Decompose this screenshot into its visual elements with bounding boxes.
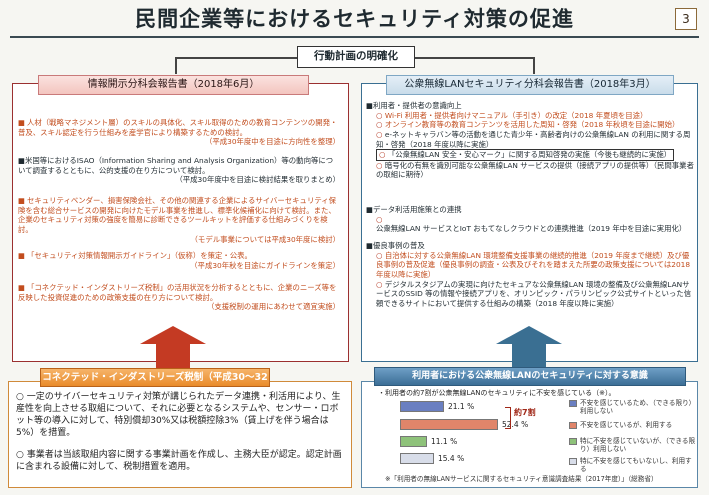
- left-item-3-tag: （モデル事業については平成30年度に検討）: [190, 234, 340, 244]
- left-item-2-tag: （平成30年度中を目途に検討結果を取りまとめ）: [175, 175, 340, 185]
- wlan-sec2-title: データ利活用施策との連携: [372, 205, 462, 214]
- square-bullet-icon: ■: [18, 156, 25, 165]
- square-bullet-icon: ■: [18, 283, 25, 292]
- left-item-1-text: 人材（戦略マネジメント層）のスキルの具体化、スキル取得のための教育コンテンツの開…: [18, 118, 338, 137]
- wlan-sec2-a: 公衆無線LAN サービスとIoT おもてなしクラウドとの連携推進（2019 年中…: [376, 224, 687, 234]
- legend-label-4: 特に不安を感じてもいないし、利用する: [580, 457, 692, 474]
- wlan-sec1-a: Wi-Fi 利用者・提供者向けマニュアル（手引き）の改定（2018 年夏頃を目途…: [384, 110, 648, 120]
- survey-source: ※「利用者の無線LANサービスに関するセキュリティ意識調査結果（2017年度）」…: [385, 475, 658, 483]
- square-bullet-icon: ■: [366, 101, 373, 110]
- left-item-2-text: 米国等におけるISAO（Information Sharing and Anal…: [18, 156, 334, 175]
- legend-label-1: 不安を感じているため、（できる限り）利用しない: [580, 399, 696, 416]
- wlan-sec1-title: 利用者・提供者の意識向上: [372, 101, 462, 110]
- connector-right: [533, 57, 535, 74]
- square-bullet-icon: ■: [366, 205, 373, 214]
- legend-swatch-2: [569, 422, 577, 429]
- info-disclosure-heading: 情報開示分科会報告書（2018年6月）: [38, 75, 309, 95]
- square-bullet-icon: ■: [366, 241, 373, 250]
- tax-heading: コネクテッド・インダストリーズ税制（平成30～32年度）: [40, 368, 270, 400]
- wlan-sec1-d: 「公衆無線LAN 安全・安心マーク」に関する周知啓発の実施（今後も継続的に実施）: [387, 150, 672, 160]
- wlan-sec1-e: 暗号化の有無を識別可能な公衆無線LAN サービスの提供（接続アプリの提供等）（民…: [376, 160, 694, 180]
- wlan-sec3-title: 優良事例の普及: [372, 241, 425, 250]
- legend-label-3: 特に不安を感じていないが、（できる限り）利用しない: [580, 437, 696, 454]
- wlan-sec1-b: オンライン教育等の教育コンテンツを活用した周知・啓発（2018 年秋頃を目途に開…: [384, 120, 680, 130]
- page-number: 3: [675, 8, 697, 30]
- legend-swatch-3: [569, 438, 577, 445]
- bar-3: [400, 436, 427, 447]
- circle-bullet-icon: ○: [16, 450, 27, 460]
- circle-bullet-icon: ○: [16, 392, 27, 402]
- legend-label-2: 不安を感じているが、利用する: [580, 421, 673, 429]
- public-wlan-heading: 公衆無線LANセキュリティ分科会報告書（2018年3月）: [386, 75, 674, 95]
- left-item-3: ■ セキュリティベンダー、損害保険会社、その他の関連する企業によるサイバーセキュリ…: [18, 196, 340, 244]
- circle-bullet-icon: ○: [376, 279, 385, 289]
- majority-brace: [505, 407, 511, 429]
- wlan-sec3-a: 自治体に対する公衆無線LAN 環境整備支援事業の継続的推進（2019 年度まで継…: [376, 250, 691, 279]
- title-rule: [10, 36, 699, 38]
- circle-bullet-icon: ○: [379, 150, 388, 160]
- majority-label: 約7割: [514, 408, 536, 417]
- tax-para2-text: 事業者は当該取組内容に関する事業計画を作成し、主務大臣が認定。認定計画に含まれる…: [16, 450, 342, 473]
- bar-4: [400, 453, 434, 464]
- wlan-section-best-practice: ■優良事例の普及 ○ 自治体に対する公衆無線LAN 環境整備支援事業の継続的推進…: [366, 241, 694, 308]
- bar-1: [400, 401, 444, 412]
- circle-bullet-icon: ○: [376, 110, 385, 120]
- tax-para1-text: 一定のサイバーセキュリティ対策が講じられたデータ連携・利活用により、生産性を向上…: [16, 392, 341, 439]
- legend-swatch-4: [569, 458, 577, 465]
- left-item-4-text: 「セキュリティ対策情報開示ガイドライン」（仮称）を策定・公表。: [26, 251, 252, 260]
- bar-value-label-3: 11.1 %: [431, 437, 458, 446]
- wlan-sec1-c: e-ネットキャラバン等の活動を通じた青少年・高齢者向けの公衆無線LAN の利用に…: [376, 129, 691, 149]
- circle-bullet-icon: ○: [376, 214, 383, 224]
- square-bullet-icon: ■: [18, 196, 25, 205]
- wlan-section-awareness: ■利用者・提供者の意識向上 ○ Wi-Fi 利用者・提供者向けマニュアル（手引き…: [366, 101, 694, 180]
- left-item-1: ■ 人材（戦略マネジメント層）のスキルの具体化、スキル取得のための教育コンテンツの…: [18, 118, 340, 147]
- circle-bullet-icon: ○: [376, 160, 385, 170]
- bar-value-label-4: 15.4 %: [438, 454, 465, 463]
- bar-value-label-1: 21.1 %: [448, 402, 475, 411]
- survey-note: ・利用者の約7割が公衆無線LANのセキュリティに不安を感じている（※）。: [378, 389, 616, 397]
- left-item-4-tag: （平成30年秋を目途にガイドラインを策定）: [190, 260, 340, 270]
- page-title: 民間企業等におけるセキュリティ対策の促進: [135, 7, 574, 31]
- circle-bullet-icon: ○: [376, 120, 385, 130]
- wlan-section-data: ■データ利活用施策との連携 ○ 公衆無線LAN サービスとIoT おもてなしクラ…: [366, 205, 694, 234]
- left-item-5-tag: （支援税制の運用にあわせて適宜実施）: [206, 302, 340, 312]
- left-item-2: ■米国等におけるISAO（Information Sharing and Ana…: [18, 156, 340, 185]
- tax-paragraph-2: ○ 事業者は当該取組内容に関する事業計画を作成し、主務大臣が認定。認定計画に含ま…: [16, 449, 346, 473]
- bar-2: [400, 419, 498, 430]
- survey-heading: 利用者における公衆無線LANのセキュリティに対する意識: [374, 367, 686, 386]
- tax-paragraph-1: ○ 一定のサイバーセキュリティ対策が講じられたデータ連携・利活用により、生産性を…: [16, 391, 346, 440]
- square-bullet-icon: ■: [18, 251, 25, 260]
- left-item-5-text: 「コネクテッド・インダストリーズ税制」の活用状況を分析するとともに、企業のニーズ…: [18, 283, 337, 302]
- connector-left: [175, 57, 177, 74]
- left-item-4: ■ 「セキュリティ対策情報開示ガイドライン」（仮称）を策定・公表。 （平成30年秋…: [18, 251, 340, 270]
- legend-swatch-1: [569, 400, 577, 407]
- circle-bullet-icon: ○: [376, 129, 385, 139]
- left-item-3-text: セキュリティベンダー、損害保険会社、その他の関連する企業によるサイバーセキュリテ…: [18, 196, 337, 234]
- action-plan-label: 行動計画の明確化: [297, 46, 415, 68]
- square-bullet-icon: ■: [18, 118, 25, 127]
- left-item-5: ■ 「コネクテッド・インダストリーズ税制」の活用状況を分析するとともに、企業のニー…: [18, 283, 340, 312]
- left-item-1-tag: （平成30年度中を目途に方向性を整理）: [204, 137, 340, 147]
- wlan-sec3-b: デジタルスタジアムの実現に向けたセキュアな公衆無線LAN 環境の整備及び公衆無線…: [376, 279, 692, 308]
- circle-bullet-icon: ○: [376, 250, 385, 260]
